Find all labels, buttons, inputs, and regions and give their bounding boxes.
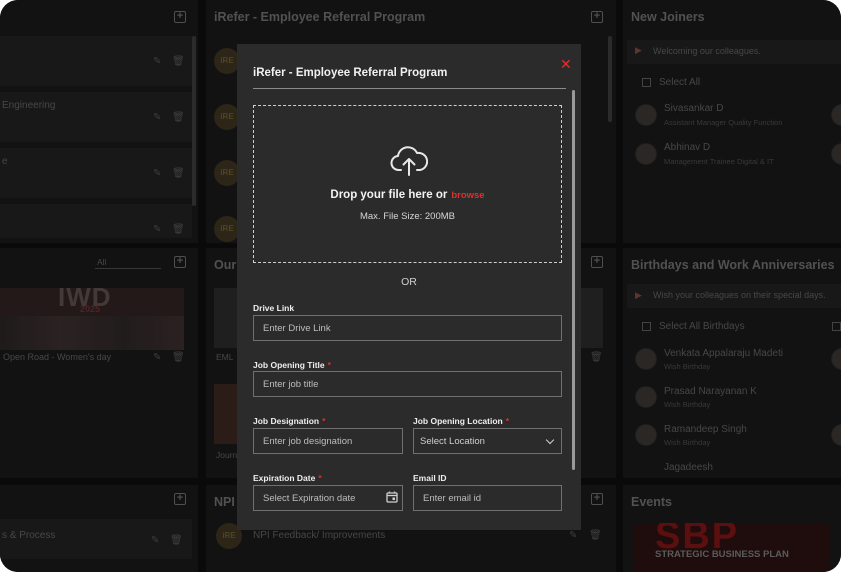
job-location-label: Job Opening Location * bbox=[413, 416, 509, 426]
expiration-date-input[interactable] bbox=[253, 485, 403, 511]
email-input[interactable] bbox=[413, 485, 562, 511]
chevron-down-icon bbox=[545, 435, 555, 445]
drive-link-input[interactable] bbox=[253, 315, 562, 341]
job-designation-label: Job Designation * bbox=[253, 416, 325, 426]
required-marker: * bbox=[318, 473, 322, 483]
job-title-input[interactable] bbox=[253, 371, 562, 397]
required-marker: * bbox=[322, 416, 326, 426]
modal-divider bbox=[253, 88, 566, 89]
modal-scrollbar[interactable] bbox=[572, 90, 575, 470]
max-file-size: Max. File Size: 200MB bbox=[359, 211, 456, 222]
modal-title: iRefer - Employee Referral Program bbox=[253, 67, 448, 79]
file-dropzone[interactable]: Drop your file here or browse Max. File S… bbox=[253, 105, 562, 263]
job-designation-label-text: Job Designation bbox=[253, 416, 320, 426]
expiration-date-field bbox=[253, 485, 403, 511]
expiration-date-label-text: Expiration Date bbox=[253, 473, 316, 483]
expiration-date-label: Expiration Date * bbox=[253, 473, 322, 483]
close-icon[interactable]: ✕ bbox=[560, 56, 572, 73]
app-frame: + Engineering e ✎ 🗑 ✎ 🗑 ✎ 🗑 ✎ 🗑 All + IW… bbox=[0, 0, 841, 572]
required-marker: * bbox=[505, 416, 510, 426]
job-location-value: Select Location bbox=[420, 436, 485, 447]
browse-link[interactable]: browse bbox=[451, 190, 484, 201]
referral-modal: iRefer - Employee Referral Program ✕ Dro… bbox=[237, 44, 581, 530]
or-separator: OR bbox=[401, 276, 417, 288]
job-title-label: Job Opening Title * bbox=[253, 360, 331, 370]
calendar-icon[interactable] bbox=[386, 491, 398, 503]
job-location-label-text: Job Opening Location bbox=[413, 416, 503, 426]
email-label: Email ID bbox=[413, 473, 447, 483]
job-designation-input[interactable] bbox=[253, 428, 403, 454]
job-title-label-text: Job Opening Title bbox=[253, 360, 325, 370]
drop-text: Drop your file here or bbox=[330, 189, 448, 201]
job-location-select[interactable]: Select Location bbox=[413, 428, 562, 454]
drop-instruction: Drop your file here or browse bbox=[254, 189, 561, 201]
cloud-upload-icon bbox=[390, 146, 428, 176]
required-marker: * bbox=[327, 360, 331, 370]
drive-link-label: Drive Link bbox=[253, 303, 295, 313]
